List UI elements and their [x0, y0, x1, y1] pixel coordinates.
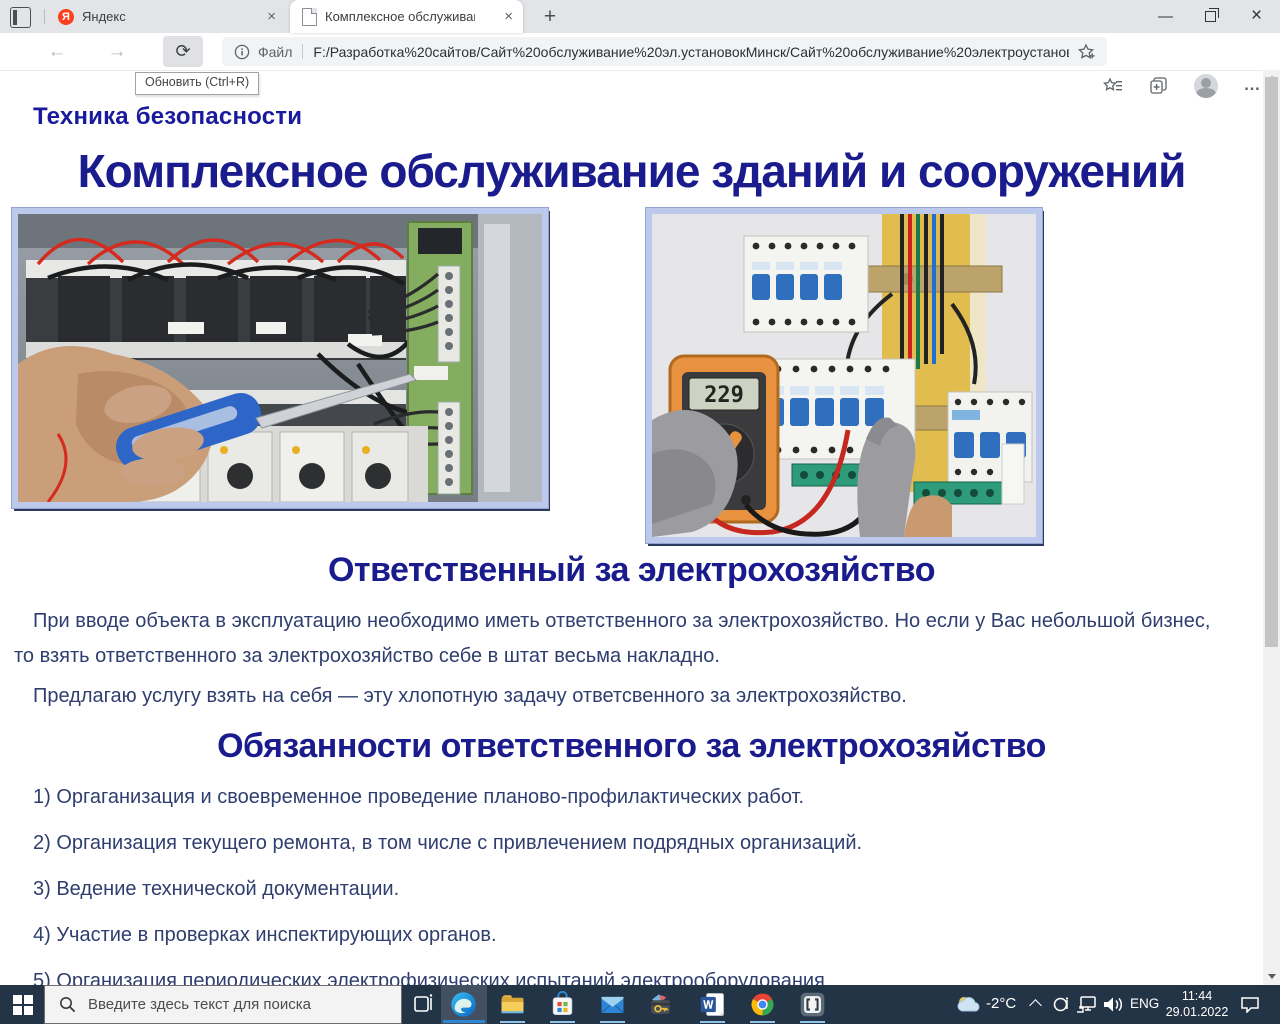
taskbar-store-button[interactable]	[549, 991, 576, 1018]
photo-multimeter-breakers: 229	[646, 208, 1042, 543]
action-center-icon[interactable]	[1240, 996, 1260, 1013]
refresh-icon: ⟳	[175, 41, 190, 62]
page-favicon-icon	[302, 8, 317, 26]
taskbar-wallet-app-button[interactable]	[647, 991, 674, 1018]
paragraph-1: При вводе объекта в эксплуатацию необход…	[14, 604, 1226, 674]
taskbar-snip-app-button[interactable]	[799, 991, 826, 1018]
chrome-icon	[749, 991, 776, 1018]
browser-toolbar: ← → ⟳ Файл F:/Разработка%20сайтов/Сайт%2…	[0, 33, 1280, 71]
tray-date: 29.01.2022	[1158, 1004, 1236, 1020]
list-item-5: 5) Организация периодических электрофизи…	[33, 970, 825, 985]
window-restore-button[interactable]	[1188, 0, 1233, 32]
vertical-tabs-icon[interactable]	[10, 7, 31, 28]
tab-close-icon[interactable]: ×	[267, 9, 276, 24]
start-button[interactable]	[0, 985, 44, 1024]
tray-app-icon[interactable]	[1052, 996, 1071, 1013]
scrollbar-thumb[interactable]	[1265, 77, 1278, 647]
address-bar[interactable]: Файл F:/Разработка%20сайтов/Сайт%20обслу…	[222, 37, 1107, 66]
run-indicator	[750, 1021, 775, 1023]
store-icon	[549, 991, 576, 1018]
run-indicator	[550, 1021, 575, 1023]
window-minimize-button[interactable]: —	[1143, 0, 1188, 32]
taskbar-word-button[interactable]	[699, 991, 726, 1018]
taskbar-mail-button[interactable]	[599, 991, 626, 1018]
back-icon[interactable]: ←	[40, 33, 74, 70]
list-item-2: 2) Организация текущего ремонта, в том ч…	[33, 832, 862, 855]
new-tab-button[interactable]: +	[536, 3, 564, 31]
tab-close-icon[interactable]: ×	[504, 9, 513, 24]
browser-tab-bar: Я Яндекс × Комплексное обслуживание зд ×…	[0, 0, 1280, 34]
task-view-button[interactable]	[404, 985, 444, 1024]
tray-language[interactable]: ENG	[1130, 996, 1159, 1011]
mail-icon	[599, 991, 626, 1018]
list-item-3: 3) Ведение технической документации.	[33, 878, 399, 901]
add-favorite-star-icon[interactable]	[1077, 43, 1095, 61]
list-item-1: 1) Оргаганизация и своевременное проведе…	[33, 786, 804, 809]
page-scrollbar[interactable]	[1263, 70, 1280, 985]
web-page: Техника безопасности Комплексное обслужи…	[0, 70, 1280, 985]
restore-icon	[1205, 11, 1216, 22]
page-title: Комплексное обслуживание зданий и сооруж…	[0, 144, 1263, 198]
section2-heading: Обязанности ответственного за электрохоз…	[0, 727, 1263, 766]
forward-icon[interactable]: →	[100, 33, 134, 70]
paragraph-2: Предлагаю услугу взять на себя — эту хло…	[14, 679, 1226, 714]
photo-electrical-panel-screwdriver	[12, 208, 548, 508]
scroll-down-icon[interactable]	[1263, 968, 1280, 985]
photo2-illustration: 229	[652, 214, 1036, 537]
taskbar-explorer-button[interactable]	[499, 991, 526, 1018]
section1-heading: Ответственный за электрохозяйство	[0, 551, 1263, 590]
address-url-text: F:/Разработка%20сайтов/Сайт%20обслуживан…	[313, 44, 1069, 60]
run-indicator	[500, 1021, 525, 1023]
favorites-icon[interactable]	[1103, 76, 1123, 96]
safety-link[interactable]: Техника безопасности	[33, 103, 302, 131]
refresh-button[interactable]: ⟳	[163, 36, 203, 67]
edge-icon	[450, 991, 477, 1018]
collections-icon[interactable]	[1149, 76, 1169, 96]
refresh-tooltip: Обновить (Ctrl+R)	[135, 72, 259, 95]
task-view-icon	[413, 993, 435, 1015]
wallet-key-app-icon	[647, 991, 674, 1018]
snip-brackets-icon	[799, 991, 826, 1018]
run-indicator	[700, 1021, 725, 1023]
file-explorer-icon	[499, 991, 526, 1018]
photo1-illustration	[18, 214, 542, 502]
network-icon[interactable]	[1076, 996, 1098, 1013]
run-indicator	[800, 1021, 825, 1023]
volume-icon[interactable]	[1102, 996, 1124, 1013]
settings-more-icon[interactable]: …	[1238, 71, 1266, 99]
address-divider	[302, 44, 303, 59]
window-close-button[interactable]: ×	[1234, 0, 1279, 32]
multimeter-display: 229	[704, 383, 744, 408]
search-placeholder: Введите здесь текст для поиска	[88, 996, 311, 1013]
windows-taskbar: Введите здесь текст для поиска	[0, 985, 1280, 1024]
tab-yandex-title: Яндекс	[82, 9, 126, 24]
info-icon	[234, 44, 250, 60]
word-icon	[699, 991, 726, 1018]
taskbar-edge-button[interactable]	[450, 991, 477, 1018]
tray-temperature[interactable]: -2°C	[986, 995, 1016, 1012]
avatar-head	[1201, 78, 1211, 88]
list-item-4: 4) Участие в проверках инспектирующих ор…	[33, 924, 497, 947]
profile-avatar[interactable]	[1194, 74, 1218, 98]
tab-separator	[44, 9, 45, 24]
avatar-body	[1196, 88, 1216, 98]
taskbar-search-box[interactable]: Введите здесь текст для поиска	[44, 985, 402, 1024]
address-scheme-label: Файл	[258, 44, 292, 60]
weather-cloud-icon[interactable]	[956, 994, 982, 1014]
tab-active-title: Комплексное обслуживание зд	[325, 9, 475, 24]
run-indicator	[600, 1021, 625, 1023]
tab-yandex[interactable]: Я Яндекс ×	[48, 0, 286, 33]
yandex-favicon-icon: Я	[58, 9, 74, 25]
search-icon	[59, 996, 76, 1013]
taskbar-chrome-button[interactable]	[749, 991, 776, 1018]
tray-time: 11:44	[1158, 988, 1236, 1004]
tray-chevron-up-icon[interactable]	[1029, 999, 1042, 1012]
tab-active-maintenance[interactable]: Комплексное обслуживание зд ×	[290, 0, 523, 33]
tray-clock[interactable]: 11:44 29.01.2022	[1158, 988, 1236, 1020]
windows-logo-icon	[13, 995, 33, 1015]
edge-run-indicator	[443, 1020, 485, 1023]
